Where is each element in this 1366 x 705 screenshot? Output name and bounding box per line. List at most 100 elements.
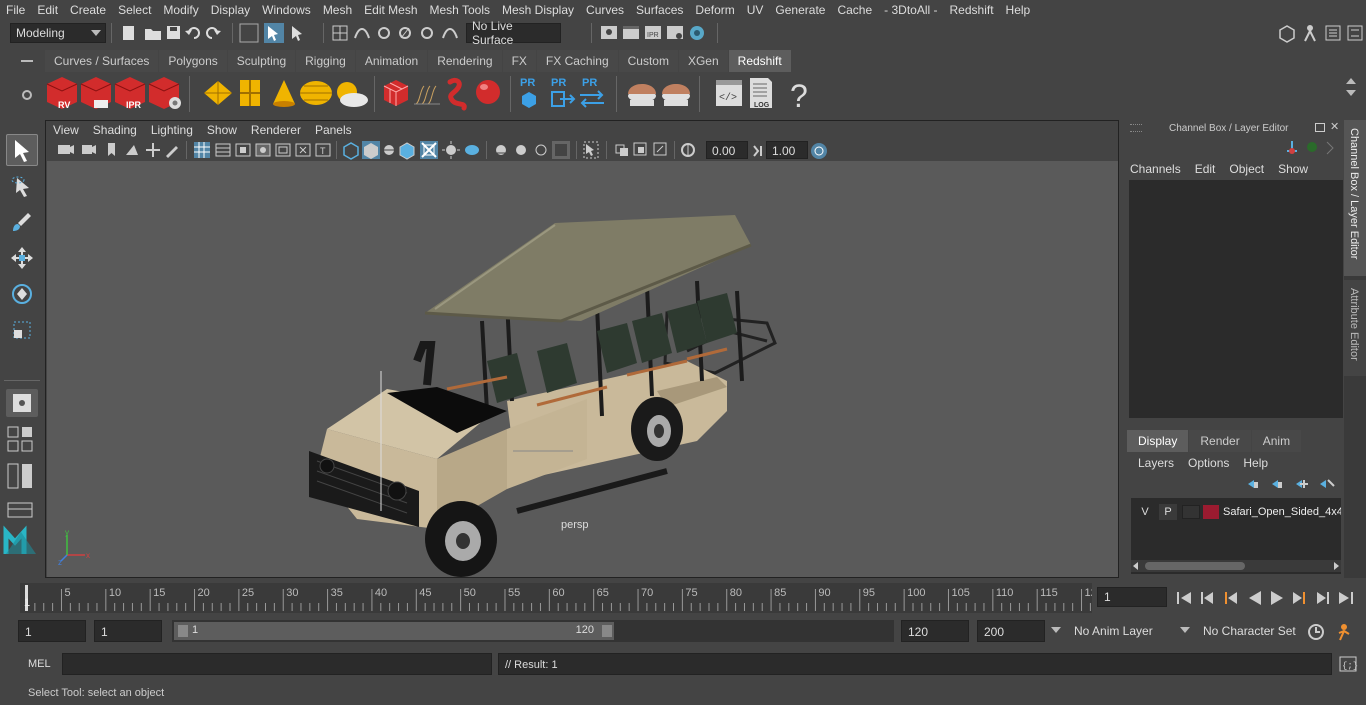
hyper-icon[interactable] [1326, 141, 1334, 155]
backface-icon[interactable] [653, 142, 667, 156]
go-to-start-icon[interactable] [1177, 592, 1191, 604]
new-layer-icon[interactable] [1296, 480, 1308, 488]
gamma-field[interactable]: 1.00 [766, 141, 808, 159]
menu-redshift[interactable]: Redshift [944, 3, 1000, 17]
redshift-material-icon[interactable] [383, 80, 409, 106]
shelf-tab-fx-caching[interactable]: FX Caching [536, 50, 618, 72]
pr-swap-icon[interactable]: PR [580, 77, 604, 108]
film-gate-icon[interactable] [215, 143, 231, 157]
resolution-gate-icon[interactable] [235, 143, 251, 157]
new-scene-icon[interactable] [123, 25, 134, 40]
render-settings-icon[interactable] [667, 25, 683, 39]
open-scene-icon[interactable] [145, 28, 161, 40]
speed-icon[interactable] [1307, 142, 1317, 152]
redshift-proxy-icon[interactable] [628, 84, 656, 106]
redshift-light-grid-icon[interactable] [204, 81, 232, 105]
hypershade-icon[interactable] [690, 25, 704, 40]
menu-modify[interactable]: Modify [157, 3, 204, 17]
gamma-icon[interactable] [751, 143, 765, 159]
exposure-icon[interactable] [681, 143, 695, 157]
manipulator-icon[interactable] [1287, 141, 1297, 154]
menu-generate[interactable]: Generate [769, 3, 831, 17]
undo-icon[interactable] [185, 26, 200, 39]
playback-start-field[interactable]: 1 [94, 620, 162, 642]
script-editor-icon[interactable]: {;} [1338, 655, 1358, 673]
side-tab-attribute-editor[interactable]: Attribute Editor [1344, 280, 1366, 376]
live-surface-field[interactable]: No Live Surface [466, 19, 561, 47]
safe-action-icon[interactable] [295, 143, 311, 157]
select-by-hierarchy-icon[interactable] [239, 23, 259, 42]
shelf-tab-fx[interactable]: FX [502, 50, 536, 72]
xray-joints-icon[interactable] [615, 144, 628, 156]
layout-two-pane-icon[interactable] [0, 462, 44, 492]
lasso-tool[interactable] [6, 170, 38, 202]
menu-uv[interactable]: UV [741, 3, 770, 17]
play-forward-icon[interactable] [1271, 591, 1283, 605]
viewport-menu-panels[interactable]: Panels [308, 123, 359, 137]
2d-pan-zoom-icon[interactable] [146, 143, 160, 157]
layer-hscrollbar[interactable] [1131, 560, 1341, 572]
redshift-sphere-icon[interactable] [476, 80, 500, 104]
step-back-frame-icon[interactable] [1225, 592, 1237, 604]
menu-mesh-tools[interactable]: Mesh Tools [424, 3, 496, 17]
shelf-tab-rendering[interactable]: Rendering [428, 50, 502, 72]
snap-curve-icon[interactable] [354, 27, 370, 38]
viewport-menu-view[interactable]: View [46, 123, 86, 137]
motion-blur-icon[interactable] [535, 144, 547, 156]
field-chart-icon[interactable] [275, 143, 291, 157]
move-layer-down-icon[interactable] [1272, 480, 1282, 488]
menu-mesh[interactable]: Mesh [317, 3, 358, 17]
select-by-component-icon[interactable] [292, 25, 302, 41]
panel-grip-icon[interactable] [1130, 124, 1142, 132]
layer-color-swatch[interactable] [1203, 505, 1219, 519]
soft-select-tool[interactable] [6, 389, 38, 417]
redshift-area-light-icon[interactable] [240, 80, 260, 106]
redshift-settings-icon[interactable] [148, 77, 181, 109]
snap-live-icon[interactable] [442, 27, 458, 38]
workspace-dropdown[interactable]: Modeling [10, 22, 106, 43]
shadows-icon[interactable] [496, 145, 506, 155]
shelf-tab-animation[interactable]: Animation [355, 50, 428, 72]
step-forward-key-icon[interactable] [1317, 592, 1329, 604]
menu-create[interactable]: Create [64, 3, 112, 17]
use-all-lights-icon[interactable] [465, 145, 479, 155]
menu-select[interactable]: Select [112, 3, 157, 17]
auto-key-icon[interactable] [1308, 624, 1324, 640]
animation-preferences-icon[interactable] [1338, 624, 1350, 641]
shelf-tab-custom[interactable]: Custom [618, 50, 678, 72]
xray-icon[interactable] [420, 141, 438, 159]
layer-tab-display[interactable]: Display [1127, 430, 1189, 452]
shelf-menu-icon[interactable] [21, 60, 33, 62]
menu-3dtoall[interactable]: - 3DtoAll - [878, 3, 943, 17]
shelf-settings-icon[interactable] [22, 90, 32, 100]
menu-help[interactable]: Help [1000, 3, 1037, 17]
menu-deform[interactable]: Deform [689, 3, 740, 17]
grease-pencil-icon[interactable] [166, 146, 178, 158]
step-back-key-icon[interactable] [1201, 592, 1213, 604]
float-panel-icon[interactable] [1315, 123, 1325, 132]
redshift-curve-icon[interactable] [447, 77, 467, 111]
layout-quad-icon[interactable] [0, 425, 44, 455]
move-tool[interactable] [6, 242, 38, 274]
viewport-menu-lighting[interactable]: Lighting [144, 123, 200, 137]
redshift-shader-icon[interactable] [414, 85, 440, 105]
smooth-shade-icon[interactable] [362, 141, 380, 159]
help-icon[interactable]: ? [790, 78, 808, 114]
go-to-end-icon[interactable] [1339, 592, 1353, 604]
isolate-select-icon[interactable] [583, 141, 599, 159]
viewport-menu-show[interactable]: Show [200, 123, 244, 137]
menu-edit-mesh[interactable]: Edit Mesh [358, 3, 423, 17]
channel-menu-show[interactable]: Show [1278, 162, 1308, 176]
layer-tab-render[interactable]: Render [1189, 430, 1251, 452]
menu-surfaces[interactable]: Surfaces [630, 3, 689, 17]
layer-menu-help[interactable]: Help [1243, 456, 1268, 470]
close-panel-icon[interactable]: ✕ [1330, 120, 1339, 133]
range-bar-handle[interactable]: 1 120 [174, 622, 614, 640]
shelf-tab-curves-surfaces[interactable]: Curves / Surfaces [45, 50, 159, 72]
anti-aliasing-icon[interactable] [552, 141, 570, 159]
ambient-occlusion-icon[interactable] [516, 145, 526, 155]
play-backward-icon[interactable] [1249, 591, 1261, 605]
layer-tab-anim[interactable]: Anim [1251, 430, 1302, 452]
redshift-ipr-icon[interactable]: IPR [114, 77, 146, 110]
bookmark-icon[interactable] [108, 143, 115, 156]
